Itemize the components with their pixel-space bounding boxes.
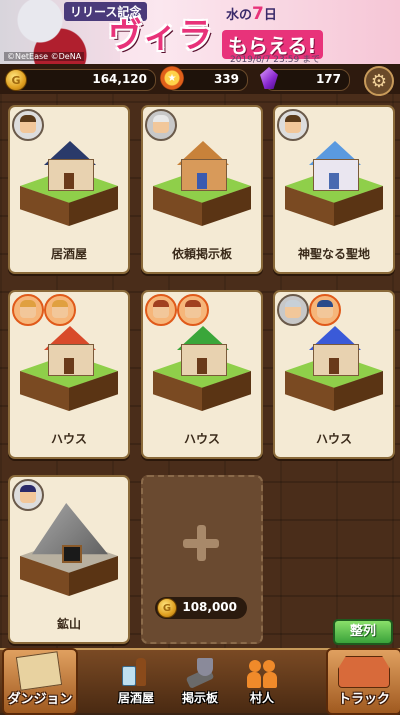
- nav-board-label: 掲示板: [181, 691, 218, 705]
- assigned-villager-avatar: [177, 294, 209, 326]
- new-building-slot[interactable]: G 108,000: [141, 475, 263, 644]
- truck-button[interactable]: トラック: [326, 648, 400, 715]
- building-name: 依頼掲示板: [171, 247, 232, 261]
- building-card-house-green[interactable]: ハウス: [141, 290, 263, 459]
- truck-label: トラック: [337, 692, 390, 707]
- event-banner[interactable]: リリース記念 ヴィラ 水の7日 もらえる! 2019/8/7 23:59 まで …: [0, 0, 400, 64]
- assigned-hero-avatar: [277, 109, 309, 141]
- nav-villagers-label: 村人: [249, 691, 274, 705]
- assigned-hero-avatar: [12, 109, 44, 141]
- settings-gear-icon[interactable]: ⚙: [364, 66, 394, 96]
- building-name: ハウス: [315, 432, 352, 446]
- medal-value: 339: [213, 72, 239, 86]
- dungeon-button[interactable]: ダンジョン: [2, 648, 78, 715]
- nav-tavern[interactable]: 居酒屋: [106, 654, 166, 708]
- nav-tavern-label: 居酒屋: [117, 691, 154, 705]
- building-card-house-blue[interactable]: ハウス: [273, 290, 395, 459]
- banner-title: ヴィラ: [108, 16, 213, 56]
- medal-icon: ★: [160, 66, 184, 90]
- map-icon: [15, 651, 63, 691]
- assigned-hero-avatar: [12, 479, 44, 511]
- nav-board[interactable]: 掲示板: [170, 654, 230, 708]
- villagers-icon: [247, 658, 277, 688]
- building-name: 居酒屋: [50, 247, 87, 261]
- assigned-villager-avatar: [12, 294, 44, 326]
- gold-value: 164,120: [92, 72, 147, 86]
- building-card-mine[interactable]: 鉱山: [8, 475, 130, 644]
- building-card-quest-board[interactable]: 依頼掲示板: [141, 105, 263, 274]
- plus-icon: [183, 525, 219, 561]
- gold-coin-icon: G: [5, 69, 27, 91]
- building-name: ハウス: [50, 432, 87, 446]
- sword-shield-icon: [183, 658, 217, 689]
- banner-copyright: ©NetEase ©DeNA: [4, 52, 85, 61]
- assigned-villager-avatar: [277, 294, 309, 326]
- shop-stall-icon: [338, 656, 390, 688]
- building-name: 鉱山: [56, 617, 81, 631]
- build-cost: G 108,000: [155, 597, 247, 619]
- dungeon-label: ダンジョン: [7, 692, 73, 707]
- building-name: 神聖なる聖地: [297, 247, 370, 261]
- building-name: ハウス: [183, 432, 220, 446]
- gem-value: 177: [315, 72, 341, 86]
- building-card-tavern[interactable]: 居酒屋: [8, 105, 130, 274]
- banner-subtitle: 水の7日: [226, 4, 277, 24]
- assigned-hero-avatar: [145, 109, 177, 141]
- banner-deadline: 2019/8/7 23:59 まで: [230, 55, 321, 64]
- assigned-villager-avatar: [145, 294, 177, 326]
- assigned-villager-avatar: [309, 294, 341, 326]
- gem-counter: 177: [264, 69, 350, 91]
- drink-icon: [122, 658, 150, 688]
- building-card-house-red[interactable]: ハウス: [8, 290, 130, 459]
- gold-counter: 164,120: [8, 69, 156, 91]
- building-card-sanctuary[interactable]: 神聖なる聖地: [273, 105, 395, 274]
- sort-button[interactable]: 整列: [333, 619, 393, 645]
- gold-coin-icon: G: [157, 598, 177, 618]
- assigned-villager-avatar: [44, 294, 76, 326]
- build-cost-value: 108,000: [182, 600, 237, 614]
- nav-villagers[interactable]: 村人: [234, 654, 290, 708]
